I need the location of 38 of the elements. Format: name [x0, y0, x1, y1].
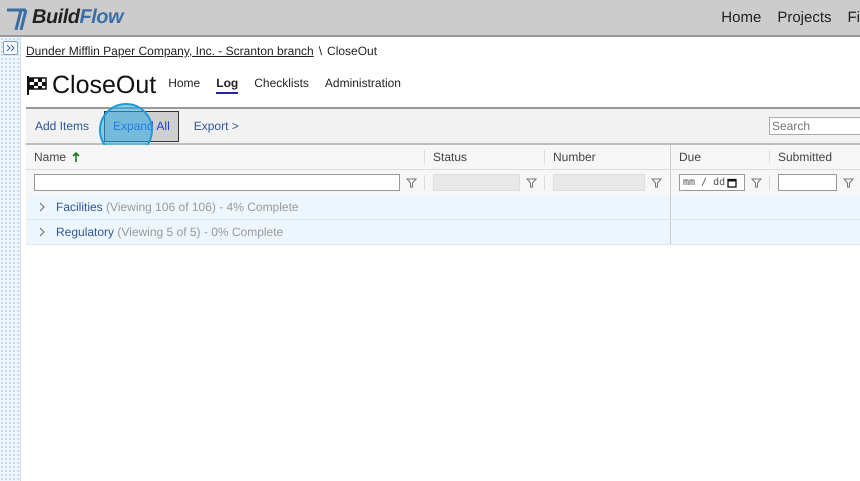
tab[interactable]: Checklists — [254, 76, 309, 94]
filter-icon[interactable] — [406, 178, 417, 188]
column-header[interactable]: Name — [26, 145, 425, 170]
breadcrumb-current: CloseOut — [327, 44, 378, 58]
column-header[interactable]: Due — [670, 145, 770, 170]
group-label: Regulatory (Viewing 5 of 5) - 0% Complete — [56, 225, 284, 239]
filter-field[interactable] — [778, 174, 837, 191]
column-header[interactable]: Status — [425, 145, 545, 170]
page-title: CloseOut — [52, 70, 156, 100]
group-row[interactable]: Facilities (Viewing 106 of 106) - 4% Complete — [26, 195, 860, 220]
group-label: Facilities (Viewing 106 of 106) - 4% Complete — [56, 200, 299, 214]
calendar-icon — [727, 178, 738, 188]
logo-icon — [6, 6, 28, 30]
filter-icon[interactable] — [651, 178, 662, 188]
toolbar-button[interactable]: Export > — [184, 110, 248, 142]
tab[interactable]: Home — [168, 76, 200, 94]
date-field[interactable]: mm / dd — [679, 174, 745, 191]
column-header[interactable]: Submitted — [770, 145, 860, 170]
tab[interactable]: Administration — [324, 76, 401, 94]
column-header[interactable]: Number — [545, 145, 670, 170]
tab[interactable]: Log — [216, 76, 238, 94]
filter-icon[interactable] — [843, 178, 854, 188]
double-chevron-icon — [6, 44, 14, 52]
group-row[interactable]: Regulatory (Viewing 5 of 5) - 0% Complete — [26, 220, 860, 245]
logo-text[interactable]: BuildFlow — [32, 6, 124, 29]
sort-ascending-icon — [72, 152, 80, 162]
nav-link[interactable]: Projects — [777, 9, 832, 26]
nav-link[interactable]: Fi — [848, 9, 860, 26]
search-field[interactable]: Search — [769, 117, 860, 135]
filter-field[interactable] — [34, 174, 400, 191]
nav-link[interactable]: Home — [721, 9, 762, 26]
checkered-flag-icon — [26, 75, 48, 95]
filter-icon[interactable] — [751, 178, 762, 188]
filter-icon[interactable] — [526, 178, 537, 188]
toolbar-button[interactable]: Add Items — [26, 110, 98, 142]
breadcrumb-link[interactable]: Dunder Mifflin Paper Company, Inc. - Scranton branch — [26, 44, 314, 58]
breadcrumb-separator: \ — [318, 44, 322, 58]
expand-sidebar-button[interactable] — [2, 41, 18, 55]
